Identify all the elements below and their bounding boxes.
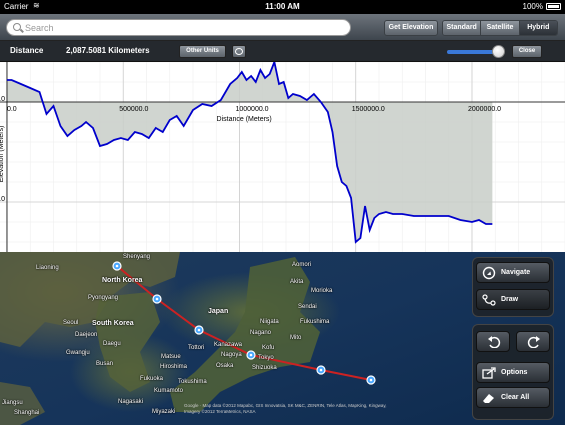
x-axis-label: Distance (Meters) [217, 116, 272, 123]
close-button[interactable]: Close [512, 45, 542, 58]
map-type-hybrid[interactable]: Hybrid [519, 21, 557, 35]
eraser-icon [483, 394, 494, 403]
place-label: Pyongyang [88, 295, 119, 301]
route-marker-dot [115, 264, 119, 268]
opacity-slider[interactable] [447, 45, 505, 58]
route-marker-dot [249, 353, 253, 357]
place-label: North Korea [102, 277, 143, 284]
place-label: Kumamoto [154, 388, 184, 394]
route-marker-dot [319, 368, 323, 372]
place-label: Nagano [250, 330, 272, 336]
place-label: Japan [208, 308, 229, 315]
place-label: Sendai [298, 304, 317, 310]
place-label: Shenyang [123, 254, 151, 260]
place-label: Osaka [216, 363, 234, 369]
place-label: Liaoning [36, 265, 59, 271]
y-axis-label: Elevation (Meters) [0, 126, 5, 183]
place-label: Niigata [260, 319, 279, 325]
search-bar[interactable] [6, 19, 351, 36]
clear-all-label: Clear All [501, 394, 530, 401]
place-label: Nagoya [221, 352, 242, 358]
navigate-button[interactable]: Navigate [476, 262, 550, 283]
undo-icon [488, 336, 501, 348]
place-label: Kanazawa [214, 342, 243, 348]
place-label: Miyazaki [152, 409, 176, 415]
options-button[interactable]: Options [476, 362, 550, 383]
elevation-chart: 0.0 500000.0 1000000.0 1500000.0 2000000.0 0.… [0, 62, 565, 252]
place-label: Busan [96, 361, 114, 367]
map-type-satellite[interactable]: Satellite [481, 21, 520, 35]
other-units-button[interactable]: Other Units [179, 45, 226, 58]
place-label: Daegu [103, 341, 121, 347]
map-view[interactable]: Shenyang Liaoning North Korea Pyongyang … [0, 252, 565, 425]
draw-label: Draw [501, 296, 519, 303]
place-label: Seoul [63, 320, 79, 326]
elevation-area [6, 62, 493, 242]
clock: 11:00 AM [265, 2, 300, 11]
place-label: Jiangsu [2, 400, 23, 406]
y-tick-label: -5000.0 [0, 196, 5, 203]
crosshair-icon [235, 48, 243, 55]
x-tick-label: 500000.0 [119, 106, 148, 113]
place-label: Nagasaki [118, 399, 144, 405]
y-tick-label: 0.0 [0, 96, 5, 103]
place-label: Hiroshima [160, 364, 188, 370]
place-label: Gwangju [66, 350, 90, 356]
place-label: South Korea [92, 320, 134, 327]
top-toolbar: Get Elevation Standard Satellite Hybrid [0, 14, 565, 41]
battery-percent: 100% [522, 2, 543, 11]
place-label: Tottori [188, 345, 205, 351]
route-marker-dot [197, 328, 201, 332]
place-label: Matsue [161, 354, 181, 360]
clear-all-button[interactable]: Clear All [476, 387, 550, 408]
search-icon [13, 23, 21, 31]
draw-path-icon [482, 294, 496, 306]
place-label: Tokushima [178, 379, 207, 385]
navigate-label: Navigate [501, 269, 531, 276]
redo-icon [527, 336, 540, 348]
place-label: Akita [290, 279, 304, 285]
place-label: Shanghai [14, 410, 40, 416]
share-arrow-icon [482, 367, 496, 379]
undo-button[interactable] [476, 331, 510, 352]
distance-bar: Distance 2,087.5081 Kilometers Other Uni… [0, 41, 565, 62]
place-label: Aomori [292, 262, 312, 268]
route-marker-dot [369, 378, 373, 382]
distance-label: Distance [10, 46, 44, 55]
x-tick-label: 1500000.0 [352, 106, 385, 113]
battery-icon [546, 3, 561, 10]
place-label: Kofu [262, 345, 275, 351]
elevation-chart-svg: 0.0 500000.0 1000000.0 1500000.0 2000000.0 0.… [0, 62, 565, 252]
place-label: Fukuoka [140, 376, 164, 382]
status-bar: Carrier ≋ 11:00 AM 100% [0, 0, 565, 14]
options-label: Options [501, 369, 528, 376]
x-tick-label: 0.0 [7, 106, 17, 113]
redo-button[interactable] [516, 331, 550, 352]
place-label: Daejeon [75, 332, 98, 338]
locate-button[interactable] [232, 45, 246, 58]
x-tick-label: 2000000.0 [468, 106, 501, 113]
distance-value: 2,087.5081 Kilometers [66, 46, 150, 55]
map-type-selector: Standard Satellite Hybrid [442, 20, 558, 36]
get-elevation-button[interactable]: Get Elevation [384, 20, 438, 36]
compass-icon [482, 266, 496, 280]
slider-thumb[interactable] [492, 45, 505, 58]
route-marker-dot [155, 297, 159, 301]
place-label: Tokyo [258, 355, 274, 361]
draw-button[interactable]: Draw [476, 289, 550, 310]
place-label: Morioka [311, 288, 333, 294]
x-tick-label: 1000000.0 [235, 106, 268, 113]
map-type-standard[interactable]: Standard [443, 21, 482, 35]
map-attribution: Google · Map data ©2012 Mapabc, GIS Inno… [184, 403, 387, 414]
place-label: Fukushima [300, 319, 330, 325]
place-label: Mito [290, 335, 302, 341]
place-label: Shizuoka [252, 365, 277, 371]
search-input[interactable] [25, 21, 345, 34]
